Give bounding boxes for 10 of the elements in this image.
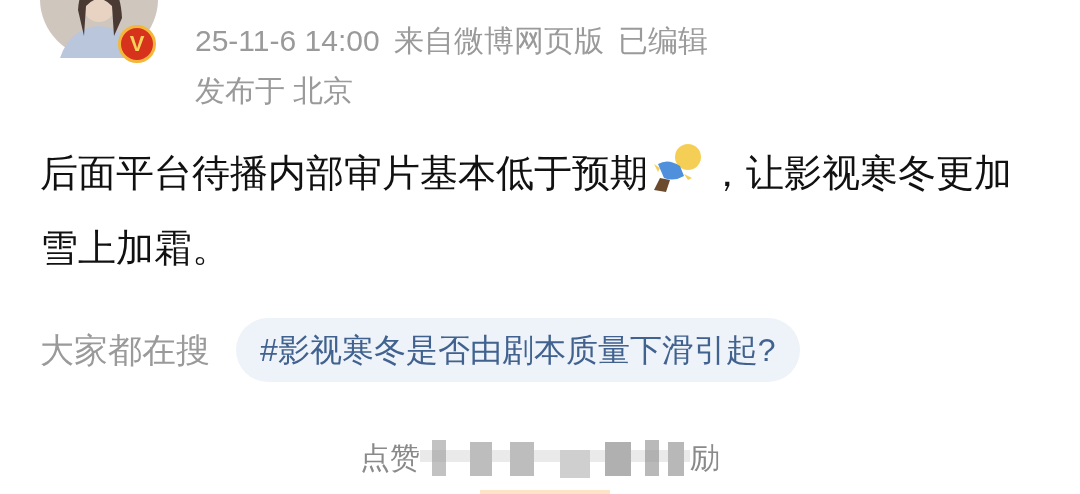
post-time: 25-11-6 14:00	[195, 23, 380, 59]
edited-label: 已编辑	[617, 23, 708, 59]
topic-tag[interactable]: #影视寒冬是否由剧本质量下滑引起?	[236, 318, 800, 382]
footer-text: 励	[690, 440, 720, 476]
verified-badge: V	[118, 25, 156, 63]
search-suggest-label: 大家都在搜	[40, 329, 210, 371]
post-location: 发布于 北京	[195, 73, 354, 109]
post-source: 来自微博网页版	[393, 23, 604, 59]
post-text: 后面平台待播内部审片基本低于预期 ，让影视寒冬更加雪上加霜。	[40, 136, 1020, 286]
footer-text: 点赞	[360, 440, 420, 476]
